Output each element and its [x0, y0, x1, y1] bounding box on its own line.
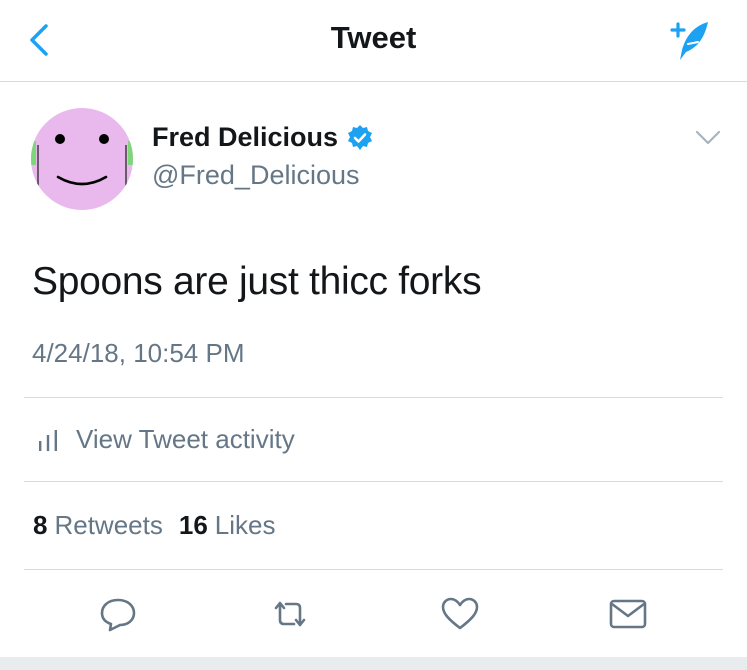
reply-icon[interactable]: [98, 596, 138, 632]
likes-label[interactable]: Likes: [215, 510, 276, 541]
avatar[interactable]: [30, 107, 134, 211]
tweet-timestamp: 4/24/18, 10:54 PM: [32, 338, 245, 368]
tweet-header: Fred Delicious @Fred_Delicious: [0, 82, 747, 222]
chevron-down-icon[interactable]: [694, 128, 722, 148]
bar-chart-icon: [39, 429, 57, 451]
nav-bar: Tweet: [0, 0, 747, 82]
retweets-label[interactable]: Retweets: [54, 510, 162, 541]
author-name[interactable]: Fred Delicious: [152, 122, 338, 153]
like-icon[interactable]: [440, 596, 480, 632]
view-activity-row[interactable]: View Tweet activity: [24, 397, 723, 481]
view-activity-label: View Tweet activity: [76, 424, 295, 454]
author-name-row: Fred Delicious: [152, 122, 374, 153]
tweet-actions: [24, 569, 723, 657]
tweet-stats: 8 Retweets 16 Likes: [24, 481, 723, 569]
likes-count[interactable]: 16: [179, 510, 208, 541]
verified-badge-icon: [348, 124, 373, 150]
page-title: Tweet: [330, 20, 417, 55]
retweet-icon[interactable]: [270, 596, 310, 632]
retweets-count[interactable]: 8: [33, 510, 47, 541]
tweet-text: Spoons are just thicc forks: [32, 260, 482, 303]
compose-tweet-icon[interactable]: [664, 18, 714, 64]
bottom-divider: [0, 657, 747, 670]
author-handle[interactable]: @Fred_Delicious: [152, 160, 359, 191]
share-icon[interactable]: [608, 596, 648, 632]
